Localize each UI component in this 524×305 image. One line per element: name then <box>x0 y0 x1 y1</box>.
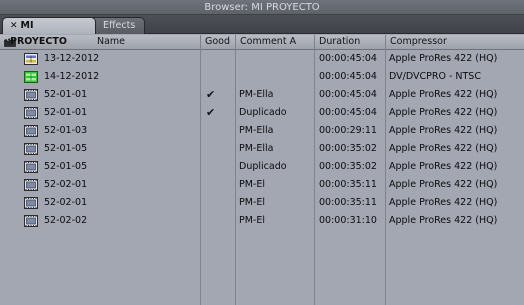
table-row[interactable]: 52-02-01 PM-El 00:00:35:11 Apple ProRes 422… <box>0 194 524 212</box>
row-compressor: Apple ProRes 422 (HQ) <box>389 53 498 64</box>
row-compressor: Apple ProRes 422 (HQ) <box>389 89 498 100</box>
row-name: 52-01-05 <box>44 161 88 172</box>
browser-window: Browser: MI PROYECTO ✕ MI PROYECTO Effect… <box>0 0 524 305</box>
table-row[interactable]: 13-12-2012 00:00:45:04 Apple ProRes 422 (H… <box>0 50 524 68</box>
clip-icon <box>24 107 38 119</box>
row-name: 52-02-02 <box>44 215 88 226</box>
row-duration: 00:00:45:04 <box>319 71 377 82</box>
column-duration[interactable]: Duration <box>315 35 386 50</box>
row-duration: 00:00:45:04 <box>319 89 377 100</box>
table-row[interactable]: 52-02-01 PM-El 00:00:35:11 Apple ProRes 422… <box>0 176 524 194</box>
row-name: 52-02-01 <box>44 179 88 190</box>
column-comment-a[interactable]: Comment A <box>236 35 315 50</box>
row-name: 52-01-01 <box>44 89 88 100</box>
row-comment: PM-Ella <box>239 125 274 136</box>
clip-icon <box>24 89 38 101</box>
row-compressor: Apple ProRes 422 (HQ) <box>389 143 498 154</box>
row-comment <box>239 68 313 86</box>
sequence-green-icon <box>24 71 38 83</box>
clip-icon <box>24 161 38 173</box>
tab-label: MI PROYECTO <box>10 20 67 47</box>
row-comment <box>239 50 313 68</box>
row-comment: PM-El <box>239 215 265 226</box>
row-compressor: Apple ProRes 422 (HQ) <box>389 197 498 208</box>
window-title: Browser: MI PROYECTO <box>0 0 524 15</box>
column-good[interactable]: Good <box>201 35 236 50</box>
row-comment: PM-El <box>239 179 265 190</box>
column-header: Name Good Comment A Duration Compressor <box>0 35 524 50</box>
good-check-icon: ✔ <box>206 88 216 101</box>
row-duration: 00:00:35:11 <box>319 197 377 208</box>
row-compressor: Apple ProRes 422 (HQ) <box>389 107 498 118</box>
row-compressor: Apple ProRes 422 (HQ) <box>389 179 498 190</box>
tab-effects[interactable]: Effects <box>89 17 145 34</box>
close-tab-icon[interactable]: ✕ <box>10 21 18 31</box>
clip-icon <box>24 143 38 155</box>
clip-icon <box>24 125 38 137</box>
row-comment: Duplicado <box>239 107 287 118</box>
row-name: 52-01-05 <box>44 143 88 154</box>
row-comment: Duplicado <box>239 161 287 172</box>
row-duration: 00:00:35:11 <box>319 179 377 190</box>
row-duration: 00:00:29:11 <box>319 125 377 136</box>
row-comment: PM-Ella <box>239 89 274 100</box>
table-row[interactable]: 52-01-05 Duplicado 00:00:35:02 Apple ProRes… <box>0 158 524 176</box>
row-compressor: Apple ProRes 422 (HQ) <box>389 125 498 136</box>
table-row[interactable]: 52-01-01 ✔ Duplicado 00:00:45:04 Apple ProRe… <box>0 104 524 122</box>
row-name: 52-02-01 <box>44 197 88 208</box>
row-duration: 00:00:31:10 <box>319 215 377 226</box>
column-compressor[interactable]: Compressor <box>386 35 524 50</box>
row-compressor: DV/DVCPRO - NTSC <box>389 71 481 82</box>
row-duration: 00:00:45:04 <box>319 53 377 64</box>
row-duration: 00:00:45:04 <box>319 107 377 118</box>
good-check-icon: ✔ <box>206 106 216 119</box>
row-duration: 00:00:35:02 <box>319 161 377 172</box>
tab-bar: ✕ MI PROYECTO Effects <box>0 15 524 47</box>
clip-icon <box>24 179 38 191</box>
browser-list: 13-12-2012 00:00:45:04 Apple ProRes 422 (H… <box>0 50 524 305</box>
row-comment: PM-El <box>239 197 265 208</box>
row-name: 52-01-03 <box>44 125 88 136</box>
row-name: 14-12-2012 <box>44 71 100 82</box>
clip-icon <box>24 197 38 209</box>
table-row[interactable]: 14-12-2012 00:00:45:04 DV/DVCPRO - NTSC <box>0 68 524 86</box>
table-row[interactable]: 52-01-01 ✔ PM-Ella 00:00:45:04 Apple ProRes … <box>0 86 524 104</box>
row-name: 13-12-2012 <box>44 53 100 64</box>
table-row[interactable]: 52-02-02 PM-El 00:00:31:10 Apple ProRes 422… <box>0 212 524 230</box>
row-compressor: Apple ProRes 422 (HQ) <box>389 161 498 172</box>
tab-mi-proyecto[interactable]: ✕ MI PROYECTO <box>2 17 96 47</box>
row-compressor: Apple ProRes 422 (HQ) <box>389 215 498 226</box>
row-comment: PM-Ella <box>239 143 274 154</box>
clip-icon <box>24 215 38 227</box>
tab-label: Effects <box>103 20 136 31</box>
table-row[interactable]: 52-01-05 PM-Ella 00:00:35:02 Apple ProRes 4… <box>0 140 524 158</box>
row-duration: 00:00:35:02 <box>319 143 377 154</box>
sequence-icon <box>24 53 38 65</box>
table-row[interactable]: 52-01-03 PM-Ella 00:00:29:11 Apple ProRes 4… <box>0 122 524 140</box>
row-name: 52-01-01 <box>44 107 88 118</box>
